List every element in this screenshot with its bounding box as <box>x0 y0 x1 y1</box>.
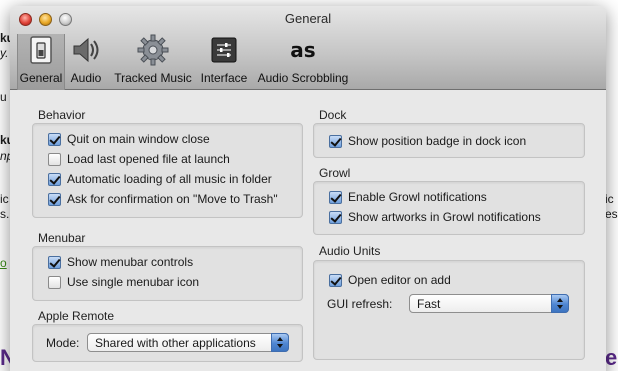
tab-tracked-music[interactable]: Tracked Music <box>112 34 194 86</box>
checkbox-checked[interactable] <box>48 132 61 146</box>
general-pane: Behavior Quit on main window close Load … <box>10 91 606 371</box>
background-fragment: y. <box>0 46 9 60</box>
quit-on-close-checkbox[interactable]: Quit on main window close <box>48 132 210 146</box>
background-fragment: ic <box>605 192 614 206</box>
checkbox-label: Use single menubar icon <box>67 275 200 289</box>
gui-refresh-popup[interactable]: Fast <box>409 294 569 313</box>
gui-refresh-value: Fast <box>417 296 441 311</box>
checkbox-checked[interactable] <box>329 210 342 224</box>
checkbox-label: Enable Growl notifications <box>348 190 487 204</box>
switch-icon <box>30 36 52 64</box>
behavior-title: Behavior <box>38 108 86 122</box>
checkbox-label: Ask for confirmation on "Move to Trash" <box>67 192 278 206</box>
tab-label: General <box>19 71 63 85</box>
chevron-updown-icon <box>551 294 569 313</box>
checkbox-label: Show position badge in dock icon <box>348 134 527 148</box>
show-menubar-controls-checkbox[interactable]: Show menubar controls <box>48 255 193 269</box>
behavior-group: Quit on main window close Load last open… <box>32 123 303 218</box>
checkbox-checked[interactable] <box>48 255 61 269</box>
lastfm-icon: as <box>290 38 315 62</box>
auto-load-music-checkbox[interactable]: Automatic loading of all music in folder <box>48 172 272 186</box>
open-editor-checkbox[interactable]: Open editor on add <box>329 273 451 287</box>
growl-title: Growl <box>319 166 351 180</box>
window-title: General <box>284 11 332 26</box>
checkbox-label: Load last opened file at launch <box>67 152 230 166</box>
checkbox-label: Automatic loading of all music in folder <box>67 172 272 186</box>
tab-label: Audio <box>70 71 102 85</box>
checkbox-unchecked[interactable] <box>48 275 61 289</box>
checkbox-checked[interactable] <box>48 172 61 186</box>
background-fragment: es <box>605 207 618 221</box>
background-fragment: o <box>0 256 7 270</box>
checkbox-label: Show menubar controls <box>67 255 194 269</box>
tab-label: Audio Scrobbling <box>257 71 349 85</box>
growl-notifications-checkbox[interactable]: Enable Growl notifications <box>329 190 487 204</box>
checkbox-unchecked[interactable] <box>48 152 61 166</box>
dock-title: Dock <box>319 108 347 122</box>
background-page-right: ic es e <box>604 0 618 371</box>
toolbar: General General Audio Tracked Music Inte… <box>10 6 606 90</box>
tab-label: Interface <box>200 71 248 85</box>
load-last-file-checkbox[interactable]: Load last opened file at launch <box>48 152 230 166</box>
tab-label: Tracked Music <box>114 71 192 85</box>
background-fragment: e <box>605 345 618 370</box>
mode-popup[interactable]: Shared with other applications <box>87 333 289 352</box>
checkbox-label: Show artworks in Growl notifications <box>348 210 541 224</box>
apple-remote-group: Mode: Shared with other applications <box>32 324 303 362</box>
checkbox-label: Quit on main window close <box>67 132 210 146</box>
speaker-icon <box>73 37 99 63</box>
svg-text:as: as <box>290 38 315 62</box>
tab-audio[interactable]: Audio <box>68 34 104 86</box>
tab-general[interactable]: General <box>17 34 65 90</box>
growl-artworks-checkbox[interactable]: Show artworks in Growl notifications <box>329 210 541 224</box>
apple-remote-title: Apple Remote <box>38 309 115 323</box>
growl-group: Enable Growl notifications Show artworks… <box>313 181 585 235</box>
background-fragment: u <box>0 90 7 104</box>
chevron-updown-icon <box>271 333 289 352</box>
checkbox-checked[interactable] <box>48 192 61 206</box>
dock-group: Show position badge in dock icon <box>313 123 585 158</box>
checkbox-checked[interactable] <box>329 190 342 204</box>
checkbox-checked[interactable] <box>329 273 342 287</box>
gui-refresh-label: GUI refresh: <box>327 297 393 311</box>
checkbox-label: Open editor on add <box>348 273 451 287</box>
tab-audio-scrobbling[interactable]: as Audio Scrobbling <box>256 34 350 86</box>
preferences-window: General General Audio Tracked Music Inte… <box>10 6 606 371</box>
background-fragment: ic <box>0 192 9 206</box>
audio-units-title: Audio Units <box>319 244 381 258</box>
tab-interface[interactable]: Interface <box>198 34 250 86</box>
sliders-icon <box>211 37 237 63</box>
menubar-title: Menubar <box>38 231 86 245</box>
menubar-group: Show menubar controls Use single menubar… <box>32 246 303 301</box>
gear-icon <box>137 34 169 66</box>
mode-label: Mode: <box>46 336 80 350</box>
background-fragment: s. <box>0 207 10 221</box>
position-badge-checkbox[interactable]: Show position badge in dock icon <box>329 134 526 148</box>
confirm-trash-checkbox[interactable]: Ask for confirmation on "Move to Trash" <box>48 192 278 206</box>
audio-units-group: Open editor on add GUI refresh: Fast <box>313 260 585 360</box>
checkbox-checked[interactable] <box>329 134 342 148</box>
mode-value: Shared with other applications <box>95 335 256 350</box>
single-menubar-icon-checkbox[interactable]: Use single menubar icon <box>48 275 199 289</box>
